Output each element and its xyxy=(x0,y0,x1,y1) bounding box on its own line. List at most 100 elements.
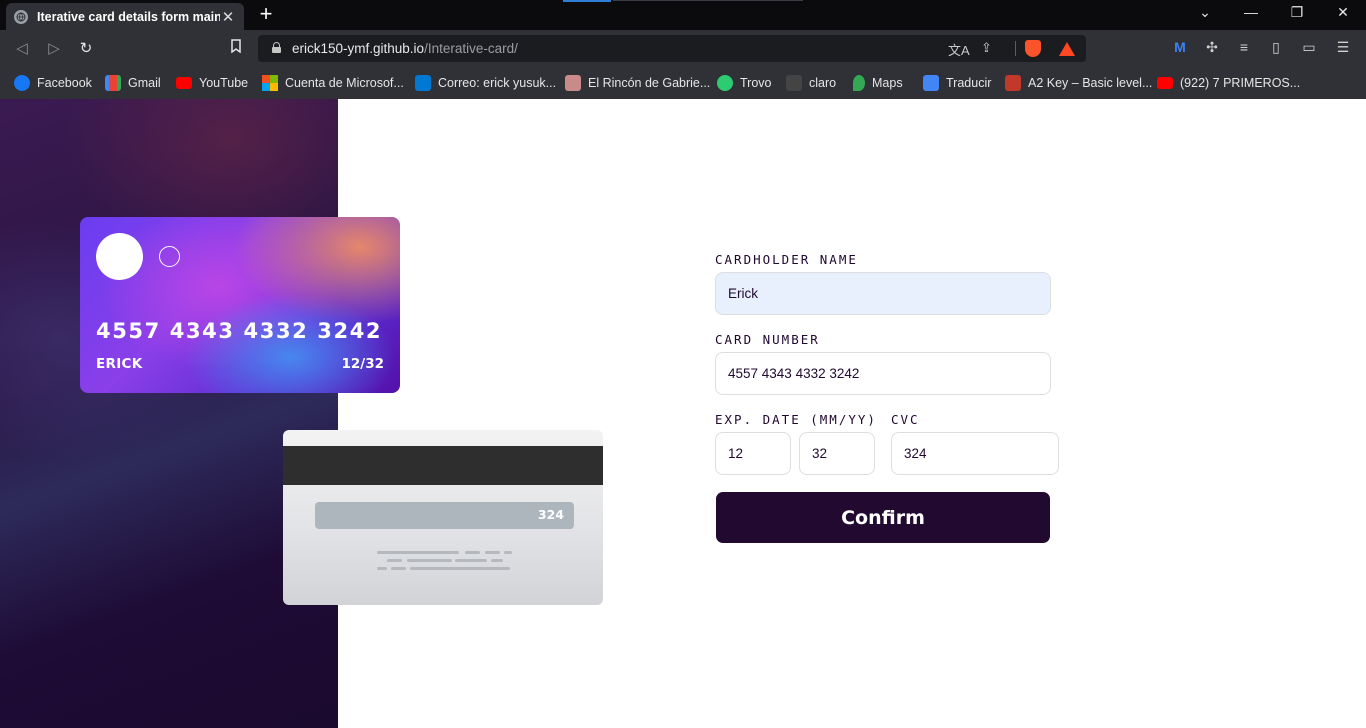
youtube-icon xyxy=(1157,77,1173,89)
media-controls-icon[interactable]: ≡ xyxy=(1234,39,1254,55)
page-content: 4557 4343 4332 3242 ERICK 12/32 324 CARD… xyxy=(0,99,1366,728)
bookmark-claro[interactable]: claro xyxy=(786,73,836,93)
sidebar-toggle-icon[interactable]: ▯ xyxy=(1266,39,1286,56)
bookmark-microsoft[interactable]: Cuenta de Microsof... xyxy=(262,73,404,93)
bookmark-traducir[interactable]: Traducir xyxy=(923,73,991,93)
exp-date-label: EXP. DATE (MM/YY) xyxy=(715,412,877,427)
maps-pin-icon xyxy=(853,75,865,91)
card-back-line xyxy=(387,559,402,562)
tab-strip-indicator xyxy=(563,0,611,2)
browser-tab-bar: Iterative card details form main ✕ + ⌄ —… xyxy=(0,0,1366,30)
card-back-line xyxy=(485,551,500,554)
bookmark-label: Correo: erick yusuk... xyxy=(438,76,557,90)
bookmark-label: claro xyxy=(809,76,837,90)
bookmark-label: YouTube xyxy=(199,76,249,90)
bookmark-label: Traducir xyxy=(946,76,992,90)
bookmark-label: A2 Key – Basic level... xyxy=(1028,76,1153,90)
wallet-icon[interactable]: ▭ xyxy=(1299,39,1319,56)
back-button[interactable]: ◁ xyxy=(12,39,32,57)
bookmark-rincon[interactable]: El Rincón de Gabrie... xyxy=(565,73,710,93)
bookmark-youtube-video[interactable]: (922) 7 PRIMEROS... xyxy=(1157,73,1300,93)
bookmark-a2key[interactable]: A2 Key – Basic level... xyxy=(1005,73,1152,93)
translate-icon[interactable]: 文A xyxy=(948,40,970,59)
bookmark-outlook[interactable]: Correo: erick yusuk... xyxy=(415,73,556,93)
card-cvc-display: 324 xyxy=(537,507,564,522)
forward-button[interactable]: ▷ xyxy=(44,39,64,57)
google-translate-icon xyxy=(923,75,939,91)
bookmark-page-button[interactable] xyxy=(226,39,246,57)
card-expiry-display: 12/32 xyxy=(341,356,384,372)
url-text: erick150-ymf.github.io/Interative-card/ xyxy=(292,41,518,56)
share-icon[interactable]: ⇪ xyxy=(981,40,992,56)
bookmark-label: Cuenta de Microsof... xyxy=(285,76,404,90)
url-host: erick150-ymf.github.io xyxy=(292,41,425,56)
magnetic-strip xyxy=(283,446,603,485)
browser-tab[interactable]: Iterative card details form main ✕ xyxy=(6,3,244,30)
menu-icon[interactable]: ☰ xyxy=(1333,39,1353,56)
card-back-line xyxy=(377,567,387,570)
card-logo-circle-filled xyxy=(96,233,143,280)
bookmark-label: Facebook xyxy=(37,76,92,90)
bookmark-gmail[interactable]: Gmail xyxy=(105,73,161,93)
browser-toolbar: ◁ ▷ ↻ erick150-ymf.github.io/Interative-… xyxy=(0,30,1366,67)
reload-button[interactable]: ↻ xyxy=(76,39,96,57)
cambridge-shield-icon xyxy=(1005,75,1021,91)
card-number-label: CARD NUMBER xyxy=(715,332,820,347)
tab-title: Iterative card details form main xyxy=(37,9,220,24)
facebook-icon xyxy=(14,75,30,91)
bookmark-trovo[interactable]: Trovo xyxy=(717,73,772,93)
card-back-preview: 324 xyxy=(283,430,603,605)
card-back-line xyxy=(455,559,487,562)
tab-search-chevron-icon[interactable]: ⌄ xyxy=(1195,4,1215,21)
bookmarks-bar: Facebook Gmail YouTube Cuenta de Microso… xyxy=(0,67,1366,99)
signature-strip: 324 xyxy=(315,502,574,529)
cvc-input[interactable]: 324 xyxy=(891,432,1059,475)
outlook-icon xyxy=(415,75,431,91)
lock-icon[interactable] xyxy=(272,42,281,53)
bookmark-label: Maps xyxy=(872,76,903,90)
globe-icon xyxy=(14,9,28,24)
tab-close-icon[interactable]: ✕ xyxy=(220,8,236,26)
bookmark-maps[interactable]: Maps xyxy=(853,73,903,93)
cvc-label: CVC xyxy=(891,412,920,427)
bookmark-facebook[interactable]: Facebook xyxy=(14,73,92,93)
gmail-icon xyxy=(105,75,121,91)
decorative-gradient-panel xyxy=(0,99,338,728)
brave-rewards-icon[interactable] xyxy=(1059,42,1075,56)
microsoft-icon xyxy=(262,75,278,91)
card-back-line xyxy=(491,559,503,562)
bookmark-label: Gmail xyxy=(128,76,161,90)
card-back-line xyxy=(504,551,512,554)
card-number-input[interactable]: 4557 4343 4332 3242 xyxy=(715,352,1051,395)
bookmark-label: El Rincón de Gabrie... xyxy=(588,76,711,90)
exp-month-input[interactable]: 12 xyxy=(715,432,791,475)
bookmark-youtube[interactable]: YouTube xyxy=(176,73,248,93)
card-back-line xyxy=(465,551,480,554)
extension-m-icon[interactable]: M xyxy=(1170,39,1190,55)
new-tab-button[interactable]: + xyxy=(256,3,276,25)
address-bar-divider xyxy=(1015,41,1016,56)
profile-thumbnail-icon xyxy=(565,75,581,91)
card-back-line xyxy=(407,559,452,562)
brave-shields-icon[interactable] xyxy=(1025,40,1041,57)
close-window-button[interactable]: ✕ xyxy=(1333,4,1353,21)
card-back-line xyxy=(391,567,406,570)
youtube-icon xyxy=(176,77,192,89)
card-details-form: CARDHOLDER NAME Erick CARD NUMBER 4557 4… xyxy=(715,99,1060,728)
bookmark-label: (922) 7 PRIMEROS... xyxy=(1180,76,1301,90)
restore-button[interactable]: ❐ xyxy=(1287,4,1307,21)
bookmark-label: Trovo xyxy=(740,76,772,90)
cardholder-name-input[interactable]: Erick xyxy=(715,272,1051,315)
url-path: /Interative-card/ xyxy=(424,41,518,56)
card-front-preview: 4557 4343 4332 3242 ERICK 12/32 xyxy=(80,217,400,393)
card-holder-display: ERICK xyxy=(96,356,143,372)
confirm-button[interactable]: Confirm xyxy=(716,492,1050,543)
tab-strip-divider xyxy=(613,0,803,1)
card-back-line xyxy=(410,567,510,570)
minimize-button[interactable]: — xyxy=(1241,4,1261,20)
exp-year-input[interactable]: 32 xyxy=(799,432,875,475)
card-logo-circle-outline xyxy=(159,246,180,267)
address-bar[interactable]: erick150-ymf.github.io/Interative-card/ … xyxy=(258,35,1086,62)
extensions-puzzle-icon[interactable]: ✣ xyxy=(1202,39,1222,56)
cardholder-name-label: CARDHOLDER NAME xyxy=(715,252,858,267)
